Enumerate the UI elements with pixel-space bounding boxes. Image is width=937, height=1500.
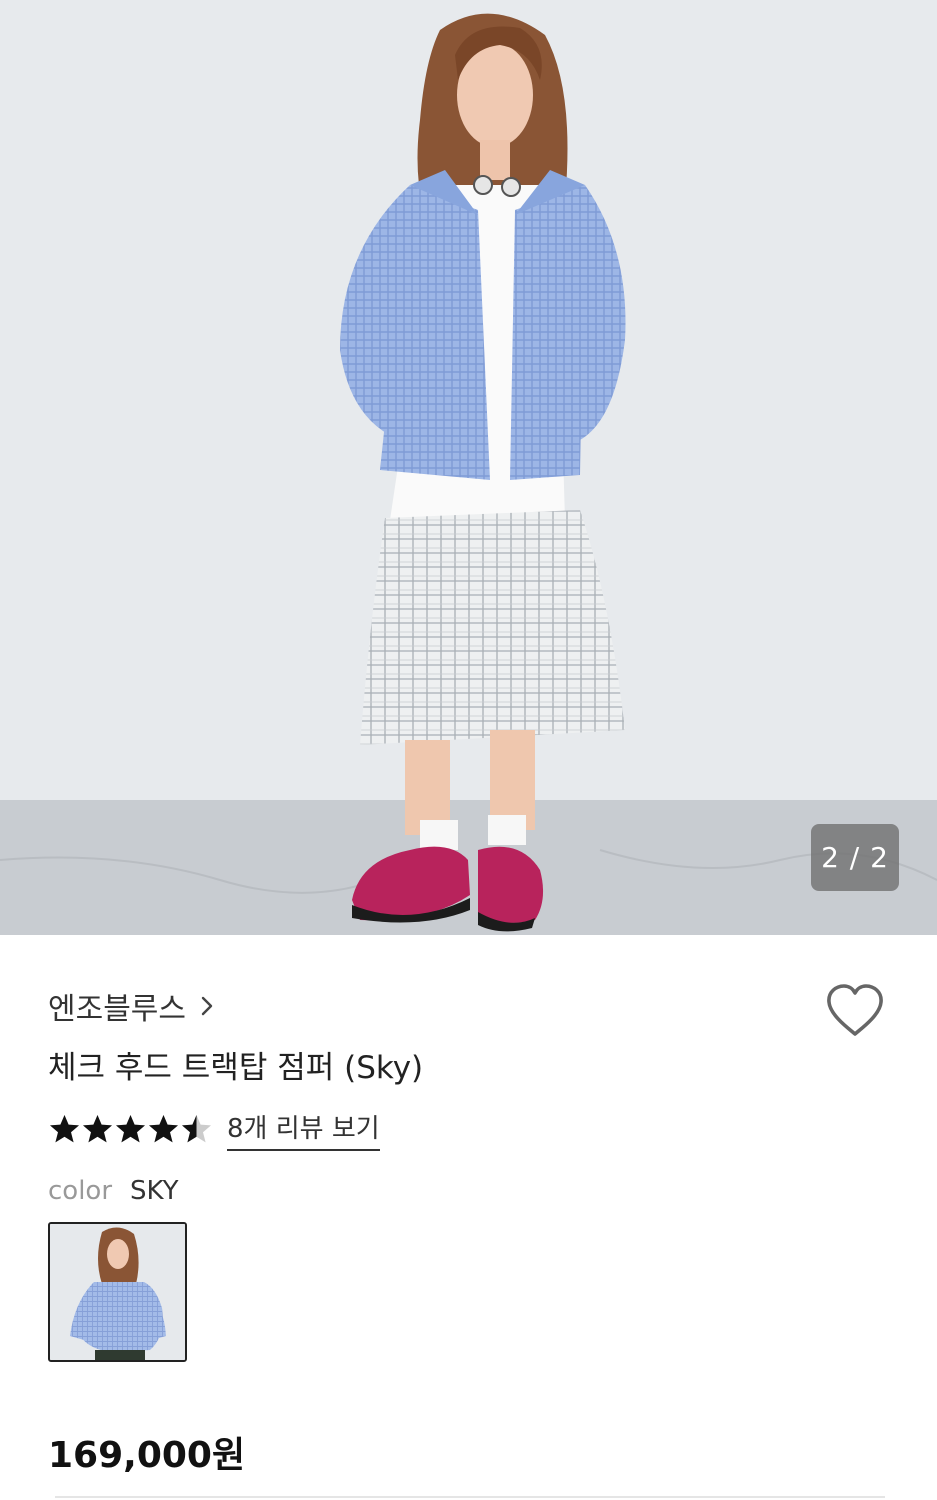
star-rating: [48, 1113, 213, 1146]
color-swatch-thumbnail[interactable]: [48, 1222, 187, 1362]
star-filled-icon: [116, 1115, 145, 1143]
chevron-right-icon: [201, 996, 213, 1016]
star-filled-icon: [149, 1115, 178, 1143]
reviews-link[interactable]: 8개 리뷰 보기: [227, 1108, 380, 1151]
star-filled-icon: [50, 1115, 79, 1143]
brand-link[interactable]: 엔조블루스: [48, 984, 214, 1028]
star-filled-icon: [83, 1115, 112, 1143]
product-price: 169,000원: [48, 1435, 246, 1476]
color-label: color: [48, 1176, 113, 1206]
section-divider: [55, 1496, 885, 1498]
star-half-icon: [182, 1115, 211, 1143]
product-image-gallery[interactable]: 2 / 2: [0, 0, 937, 935]
image-counter-badge: 2 / 2: [811, 824, 899, 891]
color-option-row: color SKY: [48, 1176, 179, 1206]
heart-outline-icon[interactable]: [824, 982, 886, 1040]
thumbnail-photo: [50, 1224, 185, 1360]
product-title: 체크 후드 트랙탑 점퍼 (Sky): [48, 1050, 424, 1086]
brand-name: 엔조블루스: [48, 992, 186, 1027]
color-value: SKY: [130, 1176, 179, 1206]
rating-row: 8개 리뷰 보기: [48, 1108, 380, 1151]
product-photo: [0, 0, 937, 935]
